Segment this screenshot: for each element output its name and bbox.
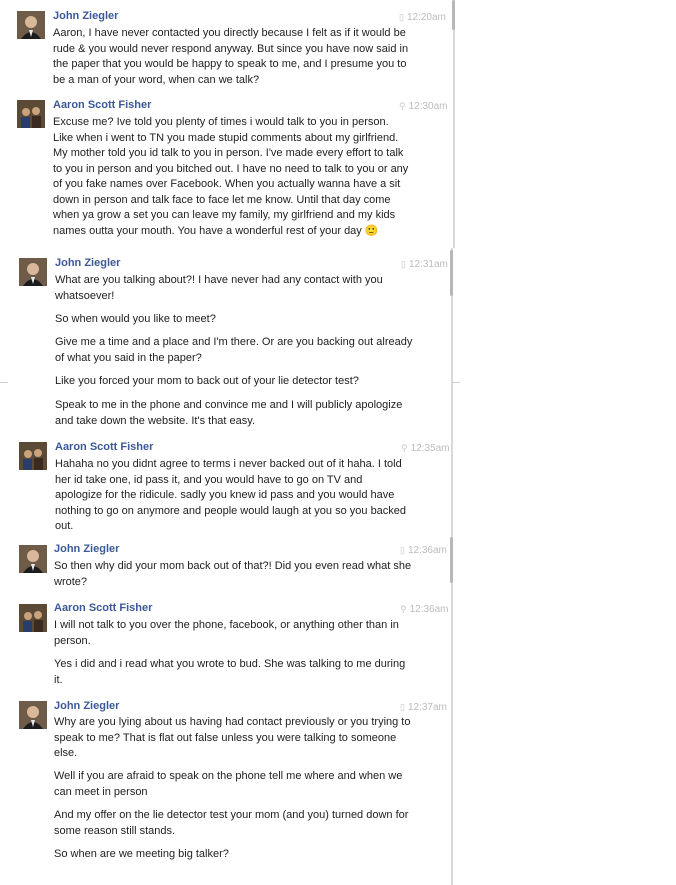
message-text: Hahaha no you didnt agree to terms i nev… xyxy=(55,458,407,532)
sender-name[interactable]: John Ziegler xyxy=(55,257,120,269)
phone-icon: ▯ xyxy=(400,702,405,712)
avatar-aaron-fisher[interactable] xyxy=(17,100,45,128)
avatar-john-ziegler[interactable] xyxy=(19,258,47,286)
timestamp: ▯ 12:37am xyxy=(400,702,447,713)
scrollbar-track-top[interactable] xyxy=(453,0,455,248)
message-paragraph: Speak to me in the phone and convince me… xyxy=(55,399,403,427)
sender-name[interactable]: John Ziegler xyxy=(53,10,118,22)
location-icon: ⚲ xyxy=(400,604,407,614)
avatar-john-ziegler[interactable] xyxy=(17,11,45,39)
message-paragraph: Give me a time and a place and I'm there… xyxy=(55,336,413,364)
message-text: Excuse me? Ive told you plenty of times … xyxy=(53,116,409,237)
sender-name[interactable]: Aaron Scott Fisher xyxy=(54,602,152,614)
divider-tick-left xyxy=(0,382,8,383)
sender-name[interactable]: John Ziegler xyxy=(54,543,119,555)
scrollbar-thumb-middle[interactable] xyxy=(450,250,453,296)
phone-icon: ▯ xyxy=(400,545,405,555)
location-icon: ⚲ xyxy=(399,101,406,111)
timestamp: ▯ 12:20am xyxy=(399,12,446,23)
avatar-john-ziegler[interactable] xyxy=(19,701,47,729)
message-paragraph: Yes i did and i read what you wrote to b… xyxy=(54,658,406,686)
scrollbar-thumb-top[interactable] xyxy=(452,0,455,30)
message-paragraph: Well if you are afraid to speak on the p… xyxy=(54,770,403,798)
avatar-aaron-fisher[interactable] xyxy=(19,604,47,632)
message-paragraph: So when would you like to meet? xyxy=(55,313,216,325)
message-paragraph: Like you forced your mom to back out of … xyxy=(55,375,359,387)
message-text: So then why did your mom back out of tha… xyxy=(54,560,412,588)
location-icon: ⚲ xyxy=(401,443,408,453)
message-paragraph: So when are we meeting big talker? xyxy=(54,848,229,860)
sender-name[interactable]: Aaron Scott Fisher xyxy=(55,441,153,453)
message-paragraph: What are you talking about?! I have neve… xyxy=(55,274,383,302)
avatar-aaron-fisher[interactable] xyxy=(19,442,47,470)
avatar-john-ziegler[interactable] xyxy=(19,545,47,573)
timestamp: ▯ 12:36am xyxy=(400,545,447,556)
timestamp: ⚲ 12:35am xyxy=(401,443,450,454)
message-paragraph: I will not talk to you over the phone, f… xyxy=(54,619,399,647)
sender-name[interactable]: John Ziegler xyxy=(54,700,119,712)
phone-icon: ▯ xyxy=(401,259,406,269)
timestamp: ⚲ 12:36am xyxy=(400,604,449,615)
phone-icon: ▯ xyxy=(399,12,404,22)
timestamp: ▯ 12:31am xyxy=(401,259,448,270)
timestamp: ⚲ 12:30am xyxy=(399,101,448,112)
divider-tick-right xyxy=(452,382,460,383)
message-paragraph: And my offer on the lie detector test yo… xyxy=(54,809,409,837)
sender-name[interactable]: Aaron Scott Fisher xyxy=(53,99,151,111)
scrollbar-thumb-bottom[interactable] xyxy=(450,537,453,583)
message-text: Aaron, I have never contacted you direct… xyxy=(53,27,409,86)
message-paragraph: Why are you lying about us having had co… xyxy=(54,716,411,759)
scrollbar-track-bottom[interactable] xyxy=(451,535,453,885)
